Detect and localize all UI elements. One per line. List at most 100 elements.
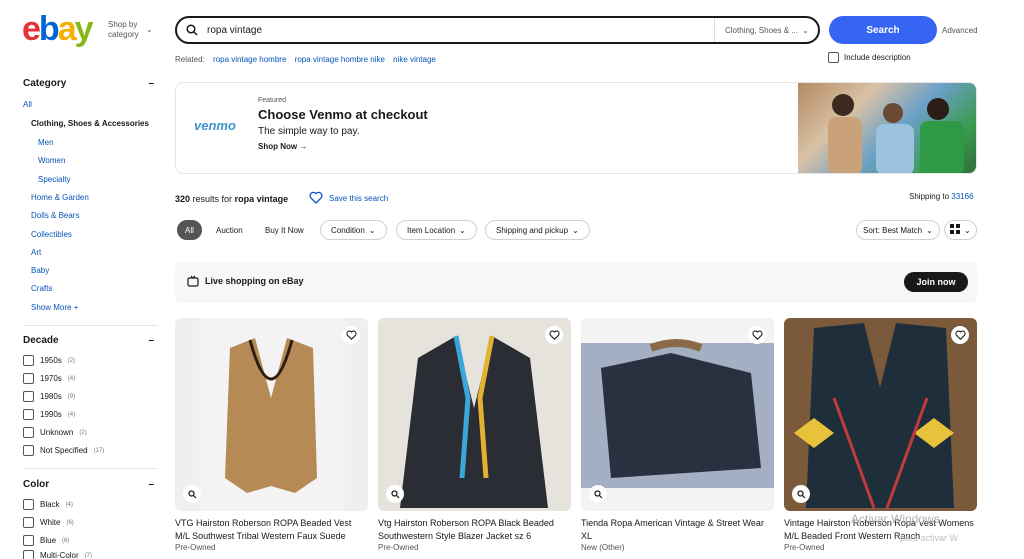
decade-filter-1990s[interactable]: 1990s (4): [23, 409, 75, 420]
related-searches: Related: ropa vintage hombre ropa vintag…: [175, 55, 436, 64]
visual-search-icon[interactable]: [589, 485, 607, 503]
checkbox[interactable]: [23, 550, 34, 559]
sidebar-item-clothing[interactable]: Clothing, Shoes & Accessories: [31, 119, 149, 128]
advanced-search-link[interactable]: Advanced: [942, 26, 978, 35]
checkbox[interactable]: [23, 499, 34, 510]
grid-view-icon: [950, 224, 960, 236]
show-more-link[interactable]: Show More +: [31, 303, 78, 312]
filter-item-location[interactable]: Item Location ⌄: [396, 220, 477, 240]
sidebar-item-women[interactable]: Women: [38, 156, 65, 165]
visual-search-icon[interactable]: [386, 485, 404, 503]
product-card[interactable]: VTG Hairston Roberson ROPA Beaded Vest M…: [175, 318, 368, 559]
shipping-to[interactable]: Shipping to 33166: [909, 192, 974, 201]
related-link[interactable]: nike vintage: [393, 55, 436, 64]
color-heading[interactable]: Color –: [23, 479, 154, 490]
banner-title: Choose Venmo at checkout: [258, 107, 428, 122]
sidebar-item-collectibles[interactable]: Collectibles: [31, 230, 72, 239]
view-toggle[interactable]: ⌄: [944, 220, 977, 240]
product-image[interactable]: [378, 318, 571, 511]
sidebar-item-home-garden[interactable]: Home & Garden: [31, 193, 89, 202]
product-card[interactable]: Tienda Ropa American Vintage & Street We…: [581, 318, 774, 559]
checkbox[interactable]: [23, 391, 34, 402]
color-filter-blue[interactable]: Blue (6): [23, 535, 69, 546]
windows-activation-watermark-sub: para activar W: [900, 533, 959, 543]
category-select[interactable]: Clothing, Shoes & ... ⌄: [714, 18, 818, 42]
watch-heart-icon[interactable]: [748, 326, 766, 344]
collapse-icon: –: [148, 479, 154, 490]
join-now-button[interactable]: Join now: [904, 272, 968, 292]
chevron-down-icon: ⌄: [459, 225, 466, 235]
plus-icon: +: [73, 303, 79, 312]
product-image[interactable]: [175, 318, 368, 511]
banner-photo: [798, 83, 976, 173]
filter-buy-it-now[interactable]: Buy It Now: [255, 220, 314, 240]
checkbox[interactable]: [23, 373, 34, 384]
color-filter-multi-color[interactable]: Multi-Color (7): [23, 550, 92, 559]
sidebar-item-men[interactable]: Men: [38, 138, 54, 147]
chevron-down-icon: ⌄: [964, 225, 971, 235]
banner-subtitle: The simple way to pay.: [258, 126, 360, 137]
collapse-icon: –: [148, 78, 154, 89]
shop-now-link[interactable]: Shop Now →: [258, 142, 307, 151]
checkbox[interactable]: [23, 535, 34, 546]
watch-heart-icon[interactable]: [951, 326, 969, 344]
chevron-down-icon: ⌄: [926, 225, 933, 235]
sidebar-item-baby[interactable]: Baby: [31, 266, 49, 275]
divider: [23, 468, 158, 469]
product-condition: Pre-Owned: [378, 543, 419, 552]
sidebar-item-dolls-bears[interactable]: Dolls & Bears: [31, 211, 79, 220]
product-image[interactable]: [581, 318, 774, 511]
filter-auction[interactable]: Auction: [206, 220, 253, 240]
product-title[interactable]: Tienda Ropa American Vintage & Street We…: [581, 517, 774, 543]
product-image[interactable]: [784, 318, 977, 511]
checkbox[interactable]: [23, 409, 34, 420]
watch-heart-icon[interactable]: [342, 326, 360, 344]
checkbox[interactable]: [23, 427, 34, 438]
search-input[interactable]: ropa vintage: [207, 25, 714, 36]
filter-shipping-pickup[interactable]: Shipping and pickup ⌄: [485, 220, 590, 240]
product-card[interactable]: Vtg Hairston Roberson ROPA Black Beaded …: [378, 318, 571, 559]
shop-by-category-button[interactable]: Shop by category ⌄: [108, 20, 153, 40]
search-button[interactable]: Search: [829, 16, 937, 44]
decade-filter-1970s[interactable]: 1970s (4): [23, 373, 75, 384]
chevron-down-icon: ⌄: [801, 25, 809, 35]
visual-search-icon[interactable]: [792, 485, 810, 503]
related-link[interactable]: ropa vintage hombre nike: [295, 55, 385, 64]
heart-icon: [309, 191, 323, 206]
related-link[interactable]: ropa vintage hombre: [213, 55, 286, 64]
divider: [23, 325, 158, 326]
visual-search-icon[interactable]: [183, 485, 201, 503]
filter-condition[interactable]: Condition ⌄: [320, 220, 387, 240]
sort-dropdown[interactable]: Sort: Best Match ⌄: [856, 220, 940, 240]
filter-all[interactable]: All: [177, 220, 202, 240]
checkbox[interactable]: [828, 52, 839, 63]
venmo-banner[interactable]: venmo Featured Choose Venmo at checkout …: [175, 82, 977, 174]
decade-filter-1980s[interactable]: 1980s (9): [23, 391, 75, 402]
checkbox[interactable]: [23, 445, 34, 456]
checkbox[interactable]: [23, 517, 34, 528]
zip-code-link[interactable]: 33166: [951, 192, 973, 201]
watch-heart-icon[interactable]: [545, 326, 563, 344]
sidebar-item-specialty[interactable]: Specialty: [38, 175, 70, 184]
sidebar-item-art[interactable]: Art: [31, 248, 41, 257]
decade-filter-not-specified[interactable]: Not Specified (17): [23, 445, 104, 456]
chevron-down-icon: ⌄: [368, 225, 376, 235]
product-title[interactable]: Vtg Hairston Roberson ROPA Black Beaded …: [378, 517, 571, 543]
color-filter-black[interactable]: Black (4): [23, 499, 73, 510]
product-title[interactable]: VTG Hairston Roberson ROPA Beaded Vest M…: [175, 517, 368, 543]
category-heading[interactable]: Category –: [23, 78, 154, 89]
search-icon: [177, 24, 207, 36]
ebay-logo[interactable]: ebay: [22, 12, 94, 46]
include-description-checkbox[interactable]: Include description: [828, 52, 911, 63]
decade-filter-unknown[interactable]: Unknown (2): [23, 427, 87, 438]
save-search-button[interactable]: Save this search: [309, 191, 388, 206]
color-filter-white[interactable]: White (6): [23, 517, 74, 528]
checkbox[interactable]: [23, 355, 34, 366]
sidebar-item-crafts[interactable]: Crafts: [31, 284, 52, 293]
sidebar: Category – All Clothing, Shoes & Accessor…: [23, 78, 158, 559]
decade-filter-1950s[interactable]: 1950s (2): [23, 355, 75, 366]
decade-heading[interactable]: Decade –: [23, 335, 154, 346]
live-icon: [187, 275, 199, 290]
sidebar-item-all[interactable]: All: [23, 100, 32, 109]
chevron-down-icon: ⌄: [146, 25, 153, 34]
